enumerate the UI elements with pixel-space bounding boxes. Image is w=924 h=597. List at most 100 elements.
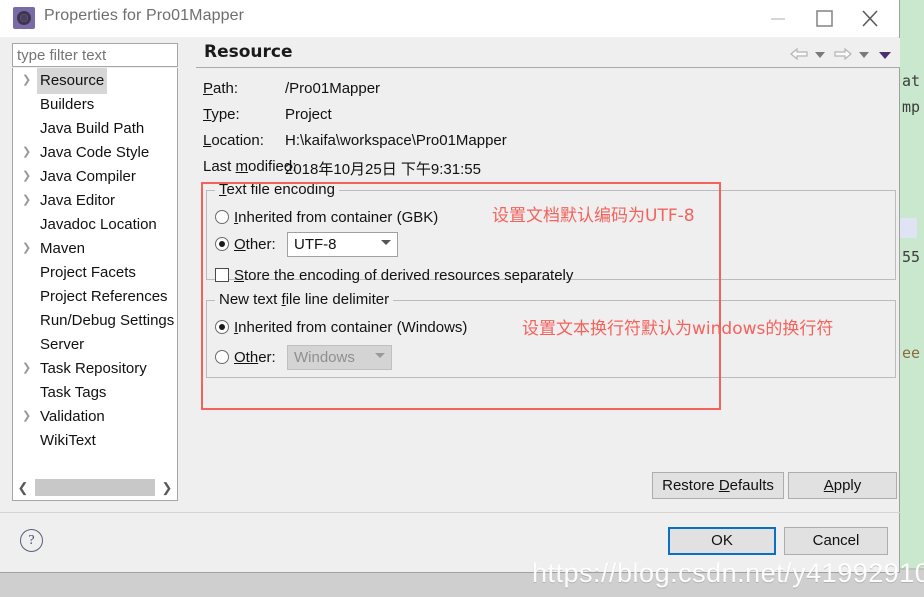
encoding-inherited-label: nherited from container (GBK): [238, 209, 439, 226]
forward-button[interactable]: [832, 44, 854, 64]
path-value: /Pro01Mapper: [285, 80, 381, 97]
sidebar-item-label: Java Build Path: [40, 120, 145, 137]
question-mark-icon[interactable]: ?: [20, 529, 43, 552]
last-modified-value: 2018年10月25日 下午9:31:55: [285, 161, 481, 178]
tree-horizontal-scrollbar[interactable]: ❮ ❯: [12, 476, 178, 501]
chevron-right-icon[interactable]: ❯: [22, 68, 32, 92]
sidebar-item-label: Run/Debug Settings: [40, 312, 175, 329]
sidebar-item-label: WikiText: [40, 432, 96, 449]
type-label: Type:: [203, 106, 240, 123]
search-input[interactable]: [12, 43, 178, 67]
sidebar-item-java-code-style[interactable]: ❯ Java Code Style: [13, 140, 177, 164]
sidebar-item-label: Project References: [40, 288, 168, 305]
sidebar-item-task-repository[interactable]: ❯ Task Repository: [13, 356, 177, 380]
annotation-delimiter-note: 设置文本换行符默认为windows的换行符: [522, 319, 834, 339]
sidebar-item-maven[interactable]: ❯ Maven: [13, 236, 177, 260]
delimiter-inherited-radio[interactable]: Inherited from container (Windows): [215, 319, 467, 336]
sidebar-item-builders[interactable]: Builders: [13, 92, 177, 116]
preference-tree[interactable]: ❯ Resource Builders Java Build Path ❯ Java Co…: [12, 68, 178, 476]
sidebar-item-task-tags[interactable]: Task Tags: [13, 380, 177, 404]
editor-selection-block: [900, 218, 917, 238]
encoding-select[interactable]: UTF-8: [287, 232, 398, 257]
back-button[interactable]: [788, 44, 810, 64]
chevron-right-icon[interactable]: ❯: [22, 356, 32, 380]
sidebar-item-label: Java Editor: [40, 192, 116, 209]
sidebar-item-java-build-path[interactable]: Java Build Path: [13, 116, 177, 140]
delimiter-other-radio[interactable]: Other:: [215, 349, 276, 366]
line-delimiter-legend: New text file line delimiter: [215, 291, 394, 308]
view-menu-button[interactable]: [876, 44, 894, 64]
sidebar-item-javadoc-location[interactable]: Javadoc Location: [13, 212, 177, 236]
cancel-button[interactable]: Cancel: [784, 527, 888, 555]
sidebar-item-label: Builders: [40, 96, 95, 113]
sidebar-item-label: Project Facets: [40, 264, 136, 281]
chevron-right-icon[interactable]: ❯: [22, 164, 32, 188]
window-title: Properties for Pro01Mapper: [44, 7, 245, 24]
bg-fragment-1: mp: [902, 98, 921, 116]
bg-fragment-3: ee: [902, 344, 921, 362]
radio-indicator: [215, 210, 229, 224]
sidebar-item-label: Server: [40, 336, 85, 353]
chevron-right-icon[interactable]: ❯: [22, 236, 32, 260]
delimiter-select[interactable]: Windows: [287, 345, 392, 370]
bg-fragment-0: at: [902, 72, 921, 90]
properties-dialog: Properties for Pro01Mapper ❯ResourceBuil…: [0, 0, 900, 573]
type-value: Project: [285, 106, 332, 123]
sidebar-item-label: Task Repository: [40, 360, 147, 377]
sidebar-item-label: Javadoc Location: [40, 216, 157, 233]
store-encoding-checkbox[interactable]: Store the encoding of derived resources …: [215, 267, 573, 284]
chevron-right-icon[interactable]: ❯: [22, 188, 32, 212]
apply-button[interactable]: Apply: [788, 472, 897, 499]
page-title: Resource: [204, 42, 293, 62]
sidebar-item-wikitext[interactable]: WikiText: [13, 428, 177, 452]
encoding-inherited-radio[interactable]: Inherited from container (GBK): [215, 209, 438, 226]
title-bar: Properties for Pro01Mapper: [0, 0, 899, 37]
last-modified-label: Last modified:: [203, 158, 297, 175]
encoding-select-value: UTF-8: [294, 236, 337, 253]
sidebar-item-run-debug-settings[interactable]: Run/Debug Settings: [13, 308, 177, 332]
encoding-other-radio[interactable]: Other:: [215, 236, 276, 253]
path-label: Path:: [203, 80, 239, 97]
sidebar-item-label: Java Compiler: [40, 168, 136, 185]
pane-navigation-toolbar: [788, 44, 894, 64]
ok-button[interactable]: OK: [668, 527, 776, 555]
minimize-icon: [771, 18, 785, 20]
store-encoding-label: tore the encoding of derived resources s…: [244, 267, 574, 284]
chevron-down-icon: [381, 240, 391, 245]
caret-down-icon: [815, 52, 825, 58]
bg-fragment-2: 55: [902, 248, 921, 266]
footer-divider: [0, 512, 900, 513]
back-history-dropdown[interactable]: [812, 44, 828, 64]
sidebar-item-project-references[interactable]: Project References: [13, 284, 177, 308]
delimiter-select-value: Windows: [294, 349, 355, 366]
caret-down-icon: [879, 52, 891, 59]
radio-indicator: [215, 320, 229, 334]
sidebar-item-resource[interactable]: ❯ Resource: [13, 68, 177, 94]
sidebar-item-label: Maven: [40, 240, 86, 257]
forward-history-dropdown[interactable]: [856, 44, 872, 64]
chevron-right-icon[interactable]: ❯: [22, 404, 32, 428]
chevron-right-icon[interactable]: ❯: [157, 476, 177, 499]
sidebar-item-validation[interactable]: ❯ Validation: [13, 404, 177, 428]
chevron-down-icon: [375, 353, 385, 358]
text-file-encoding-legend: Text file encoding: [215, 181, 339, 198]
sidebar-item-label: Task Tags: [40, 384, 107, 401]
chevron-right-icon[interactable]: ❯: [22, 140, 32, 164]
sidebar-item-java-compiler[interactable]: ❯ Java Compiler: [13, 164, 177, 188]
caret-down-icon: [859, 52, 869, 58]
sidebar-item-java-editor[interactable]: ❯ Java Editor: [13, 188, 177, 212]
annotation-encoding-note: 设置文档默认编码为UTF-8: [492, 206, 695, 226]
chevron-left-icon[interactable]: ❮: [13, 476, 33, 499]
radio-indicator: [215, 237, 229, 251]
scrollbar-thumb[interactable]: [35, 479, 155, 496]
delimiter-other-label: er:: [258, 349, 276, 366]
close-button[interactable]: [847, 0, 893, 37]
line-delimiter-group: New text file line delimiter Inherited f…: [206, 291, 896, 378]
minimize-button[interactable]: [755, 0, 801, 37]
sidebar-item-project-facets[interactable]: Project Facets: [13, 260, 177, 284]
editor-status-strip: [0, 570, 924, 597]
restore-defaults-button[interactable]: Restore Defaults: [652, 472, 784, 499]
maximize-button[interactable]: [801, 0, 847, 37]
sidebar-item-server[interactable]: Server: [13, 332, 177, 356]
location-value: H:\kaifa\workspace\Pro01Mapper: [285, 132, 507, 149]
